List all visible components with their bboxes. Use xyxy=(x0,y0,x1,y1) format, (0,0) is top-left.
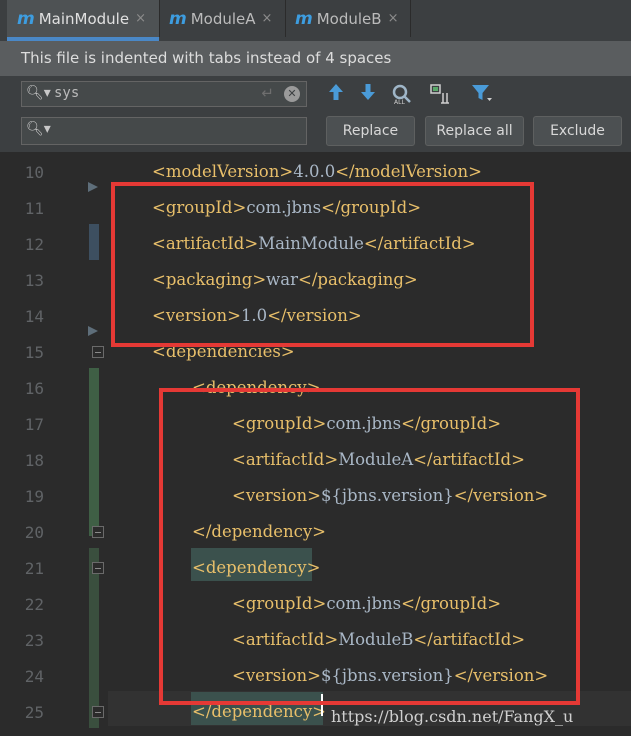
close-icon[interactable]: × xyxy=(135,11,146,26)
xml-tag: </modelVersion> xyxy=(335,162,482,181)
close-icon[interactable]: × xyxy=(262,11,273,26)
line-number: 19 xyxy=(24,487,44,506)
maven-module-icon: m xyxy=(17,8,35,29)
search-field[interactable]: 🔍︎▾ sys ↵ ✕ xyxy=(21,81,307,107)
breakpoint-arrow-icon xyxy=(88,182,98,192)
line-number: 15 xyxy=(24,343,44,362)
vcs-change-marker xyxy=(89,224,99,260)
line-number: 16 xyxy=(24,379,44,398)
line-number: 24 xyxy=(24,667,44,686)
replace-history-icon[interactable]: 🔍︎▾ xyxy=(26,121,51,137)
svg-text:ALL: ALL xyxy=(394,99,405,105)
line-number: 22 xyxy=(24,595,44,614)
watermark-text: https://blog.csdn.net/FangX_u xyxy=(331,707,574,726)
annotation-box-dependencies xyxy=(159,388,580,705)
code-line[interactable]: <modelVersion>4.0.0</modelVersion> xyxy=(152,162,482,181)
annotation-box-project-info xyxy=(111,182,534,347)
vcs-change-marker xyxy=(89,548,99,728)
select-all-occurrences-icon[interactable] xyxy=(429,83,453,110)
line-number: 13 xyxy=(24,271,44,290)
maven-module-icon: m xyxy=(169,8,187,29)
line-number: 12 xyxy=(24,235,44,254)
tab-moduleb[interactable]: m ModuleB × xyxy=(286,0,410,37)
line-number: 14 xyxy=(24,307,44,326)
replace-field[interactable]: 🔍︎▾ xyxy=(21,117,307,145)
xml-value: 4.0.0 xyxy=(293,162,336,181)
fold-toggle-icon[interactable] xyxy=(92,706,104,718)
tab-label: MainModule xyxy=(38,9,130,28)
line-number: 11 xyxy=(24,199,44,218)
filter-icon[interactable] xyxy=(471,83,493,108)
fold-toggle-icon[interactable] xyxy=(92,562,104,574)
close-icon[interactable]: × xyxy=(388,11,399,26)
editor-tab-bar: m MainModule × m ModuleA × m ModuleB × xyxy=(0,0,631,41)
breakpoint-arrow-icon xyxy=(88,326,98,336)
tab-mainmodule[interactable]: m MainModule × xyxy=(7,0,159,37)
indent-notification-banner: This file is indented with tabs instead … xyxy=(0,41,631,76)
arrow-up-icon[interactable] xyxy=(328,83,344,106)
replace-button[interactable]: Replace xyxy=(326,116,415,146)
line-number: 21 xyxy=(24,559,44,578)
line-number: 23 xyxy=(24,631,44,650)
replace-all-button[interactable]: Replace all xyxy=(425,116,524,146)
line-number: 10 xyxy=(24,163,44,182)
fold-toggle-icon[interactable] xyxy=(92,526,104,538)
vcs-change-marker xyxy=(89,368,99,536)
clear-search-icon[interactable]: ✕ xyxy=(284,86,300,102)
code-editor[interactable]: 10 11 12 13 14 15 16 17 18 19 20 21 22 2… xyxy=(0,152,631,736)
search-input[interactable]: sys xyxy=(54,85,79,101)
new-line-icon[interactable]: ↵ xyxy=(261,84,274,102)
arrow-down-icon[interactable] xyxy=(360,83,376,106)
banner-text: This file is indented with tabs instead … xyxy=(21,49,392,67)
xml-tag: <modelVersion> xyxy=(152,162,294,181)
exclude-button[interactable]: Exclude xyxy=(533,116,622,146)
search-history-icon[interactable]: 🔍︎▾ xyxy=(26,85,51,101)
line-number: 20 xyxy=(24,523,44,542)
tab-label: ModuleA xyxy=(190,9,256,28)
line-number: 25 xyxy=(24,703,44,722)
line-number: 17 xyxy=(24,415,44,434)
find-all-icon[interactable]: ALL xyxy=(391,83,413,110)
tab-modulea[interactable]: m ModuleA × xyxy=(160,0,284,37)
maven-module-icon: m xyxy=(295,8,313,29)
line-number: 18 xyxy=(24,451,44,470)
fold-toggle-icon[interactable] xyxy=(92,346,104,358)
tab-divider xyxy=(410,0,411,37)
tab-label: ModuleB xyxy=(316,9,382,28)
